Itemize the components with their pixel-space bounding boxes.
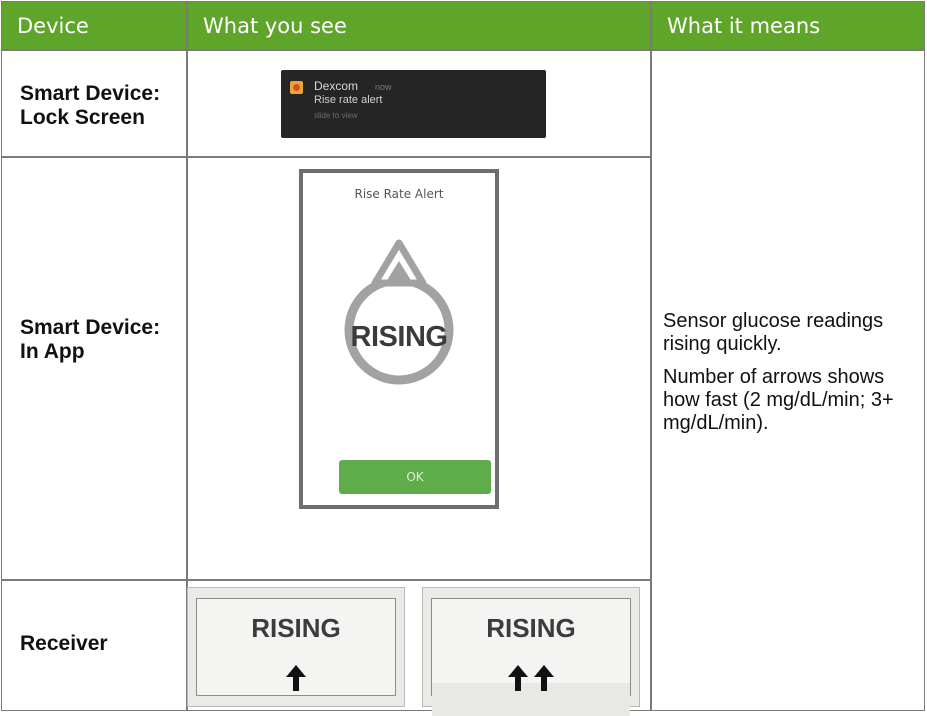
up-arrow-icon: [508, 665, 528, 691]
notification-time: now: [375, 82, 392, 92]
trend-arrows: [432, 665, 630, 691]
column-divider: [650, 2, 652, 710]
receiver-status-text: RISING: [251, 613, 341, 643]
alert-status-text: RISING: [350, 321, 448, 353]
row-divider: [2, 156, 650, 158]
in-app-alert-screen: Rise Rate Alert RISING OK: [299, 169, 499, 509]
device-label-receiver: Receiver: [20, 632, 108, 655]
receiver-screen-double-arrow: RISING: [422, 587, 640, 716]
meaning-text: Sensor glucose readings rising quickly. …: [663, 310, 921, 445]
meaning-line-2: Number of arrows shows how fast (2 mg/dL…: [663, 366, 894, 434]
notification-message: Rise rate alert: [314, 94, 383, 106]
notification-subtext: slide to view: [314, 111, 358, 120]
header-what-you-see: What you see: [188, 2, 651, 49]
meaning-line-1: Sensor glucose readings rising quickly.: [663, 310, 884, 355]
device-label-lock-screen: Smart Device: Lock Screen: [20, 82, 161, 129]
row-divider: [2, 49, 924, 51]
row-divider: [2, 579, 650, 581]
up-arrow-icon: [534, 665, 554, 691]
up-arrow-icon: [286, 665, 306, 691]
alert-title: Rise Rate Alert: [354, 187, 444, 201]
notification-app-name: Dexcom: [314, 79, 359, 93]
receiver-status-text: RISING: [486, 613, 576, 643]
receiver-display: RISING: [196, 598, 396, 696]
trend-arrows: [197, 665, 395, 691]
trend-circle-icon: [344, 239, 454, 385]
device-label-in-app: Smart Device: In App: [20, 316, 161, 363]
header-what-it-means: What it means: [652, 2, 924, 49]
header-device: Device: [2, 2, 187, 49]
receiver-screen-single-arrow: RISING: [187, 587, 405, 707]
receiver-display: RISING: [431, 598, 631, 716]
dexcom-app-icon: [290, 81, 303, 94]
lock-screen-notification[interactable]: Dexcom now Rise rate alert slide to view: [281, 70, 546, 138]
ok-button[interactable]: OK: [339, 460, 491, 494]
